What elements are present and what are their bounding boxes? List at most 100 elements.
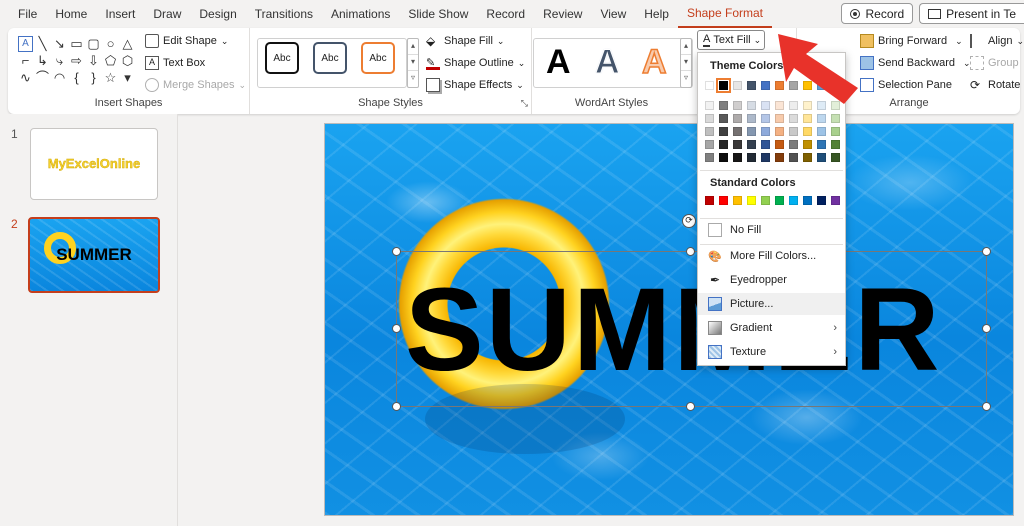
shape-outline-button[interactable]: ✎ Shape Outline ⌄ <box>426 56 525 70</box>
shape-freeform-icon[interactable]: ∿ <box>18 70 33 86</box>
theme-shade-swatch[interactable] <box>817 140 826 149</box>
scroll-up-icon[interactable]: ▴ <box>681 39 691 55</box>
menu-help[interactable]: Help <box>635 0 678 28</box>
theme-shade-swatch[interactable] <box>705 153 714 162</box>
shape-elbow-icon[interactable]: ↳ <box>35 53 50 69</box>
resize-handle-bottom-right[interactable] <box>982 402 991 411</box>
shape-arrow-line-icon[interactable]: ↘ <box>52 36 67 52</box>
shape-more-icon[interactable]: ▾ <box>120 70 135 86</box>
text-fill-button[interactable]: A Text Fill ⌄ <box>697 30 765 50</box>
theme-shade-swatch[interactable] <box>705 114 714 123</box>
theme-shade-swatch[interactable] <box>817 114 826 123</box>
menu-design[interactable]: Design <box>190 0 245 28</box>
slide-canvas[interactable]: SUMMER ⟳ <box>324 123 1014 516</box>
standard-color-swatch[interactable] <box>761 196 770 205</box>
theme-shade-swatch[interactable] <box>761 114 770 123</box>
theme-shade-swatch[interactable] <box>789 140 798 149</box>
edit-shape-button[interactable]: Edit Shape ⌄ <box>145 34 228 48</box>
theme-color-swatch[interactable] <box>705 81 714 90</box>
standard-color-swatch[interactable] <box>775 196 784 205</box>
theme-shade-swatch[interactable] <box>719 114 728 123</box>
theme-shade-swatch[interactable] <box>775 140 784 149</box>
texture-option[interactable]: Texture › <box>698 341 845 363</box>
menu-home[interactable]: Home <box>46 0 96 28</box>
scroll-up-icon[interactable]: ▴ <box>408 39 418 55</box>
theme-color-swatch[interactable] <box>716 78 731 93</box>
theme-shade-swatch[interactable] <box>789 153 798 162</box>
shape-rounded-rect-icon[interactable]: ▢ <box>86 36 101 52</box>
theme-shade-swatch[interactable] <box>761 140 770 149</box>
resize-handle-top-right[interactable] <box>982 247 991 256</box>
menu-shape-format[interactable]: Shape Format <box>677 0 772 28</box>
theme-shade-swatch[interactable] <box>719 101 728 110</box>
theme-color-swatch[interactable] <box>733 81 742 90</box>
theme-shade-swatch[interactable] <box>747 127 756 136</box>
shape-style-black[interactable]: Abc <box>265 42 299 74</box>
resize-handle-top[interactable] <box>686 247 695 256</box>
wordart-style-blue[interactable]: A <box>595 42 621 82</box>
shape-right-arrow-icon[interactable]: ⇨ <box>69 53 84 69</box>
shape-pentagon-icon[interactable]: ⬠ <box>103 53 118 69</box>
shape-textbox-icon[interactable]: A <box>18 36 33 52</box>
theme-shade-swatch[interactable] <box>747 114 756 123</box>
menu-slide-show[interactable]: Slide Show <box>399 0 477 28</box>
resize-handle-top-left[interactable] <box>392 247 401 256</box>
shape-connector-icon[interactable]: ⌐ <box>18 53 33 69</box>
theme-shade-swatch[interactable] <box>803 127 812 136</box>
theme-shade-swatch[interactable] <box>733 114 742 123</box>
menu-review[interactable]: Review <box>534 0 591 28</box>
no-fill-option[interactable]: No Fill <box>698 219 845 241</box>
resize-handle-bottom[interactable] <box>686 402 695 411</box>
theme-shade-swatch[interactable] <box>705 101 714 110</box>
theme-shade-swatch[interactable] <box>803 140 812 149</box>
standard-color-swatch[interactable] <box>803 196 812 205</box>
theme-shade-swatch[interactable] <box>719 153 728 162</box>
shape-elbow-arrow-icon[interactable]: ⤷ <box>52 53 67 69</box>
shape-hexagon-icon[interactable]: ⬡ <box>120 53 135 69</box>
theme-shade-swatch[interactable] <box>831 153 840 162</box>
theme-shade-swatch[interactable] <box>831 114 840 123</box>
standard-color-swatch[interactable] <box>789 196 798 205</box>
bring-forward-button[interactable]: Bring Forward ⌄ <box>860 34 963 48</box>
shape-rectangle-icon[interactable]: ▭ <box>69 36 84 52</box>
theme-shade-swatch[interactable] <box>761 153 770 162</box>
resize-handle-right[interactable] <box>982 324 991 333</box>
send-backward-button[interactable]: Send Backward ⌄ <box>860 56 971 70</box>
theme-shade-swatch[interactable] <box>747 153 756 162</box>
scroll-down-icon[interactable]: ▾ <box>408 55 418 71</box>
text-box-button[interactable]: A Text Box <box>145 56 205 70</box>
shape-line-icon[interactable]: ╲ <box>35 36 50 52</box>
resize-handle-bottom-left[interactable] <box>392 402 401 411</box>
shapes-gallery[interactable]: A ╲ ↘ ▭ ▢ ○ △ ⌐ ↳ ⤷ ⇨ ⇩ ⬠ ⬡ ∿ ⌒ ◠ { } ☆ … <box>18 36 136 88</box>
gallery-more-icon[interactable]: ▿ <box>408 71 418 87</box>
menu-insert[interactable]: Insert <box>96 0 144 28</box>
theme-color-swatch[interactable] <box>747 81 756 90</box>
theme-shade-swatch[interactable] <box>719 127 728 136</box>
theme-shade-swatch[interactable] <box>817 127 826 136</box>
selection-pane-button[interactable]: Selection Pane <box>860 78 952 92</box>
align-button[interactable]: Align ⌄ <box>970 34 1024 48</box>
theme-shade-swatch[interactable] <box>775 127 784 136</box>
standard-color-swatch[interactable] <box>733 196 742 205</box>
resize-handle-left[interactable] <box>392 324 401 333</box>
standard-color-swatch[interactable] <box>719 196 728 205</box>
present-button[interactable]: Present in Te <box>919 3 1024 24</box>
standard-color-swatch[interactable] <box>705 196 714 205</box>
menu-transitions[interactable]: Transitions <box>246 0 322 28</box>
shape-oval-icon[interactable]: ○ <box>103 36 118 52</box>
slide-thumbnail-1[interactable]: MyExcelOnline <box>30 128 158 200</box>
theme-shade-swatch[interactable] <box>733 153 742 162</box>
menu-file[interactable]: File <box>0 0 46 28</box>
gradient-option[interactable]: Gradient › <box>698 317 845 339</box>
theme-shade-swatch[interactable] <box>831 140 840 149</box>
shape-triangle-icon[interactable]: △ <box>120 36 135 52</box>
theme-shade-swatch[interactable] <box>733 140 742 149</box>
theme-shade-swatch[interactable] <box>705 127 714 136</box>
more-fill-colors-option[interactable]: 🎨 More Fill Colors... <box>698 245 845 267</box>
gallery-more-icon[interactable]: ▿ <box>681 71 691 87</box>
theme-shade-swatch[interactable] <box>817 153 826 162</box>
theme-shade-swatch[interactable] <box>803 114 812 123</box>
shape-down-arrow-icon[interactable]: ⇩ <box>86 53 101 69</box>
menu-record[interactable]: Record <box>477 0 534 28</box>
record-button[interactable]: Record <box>841 3 914 24</box>
